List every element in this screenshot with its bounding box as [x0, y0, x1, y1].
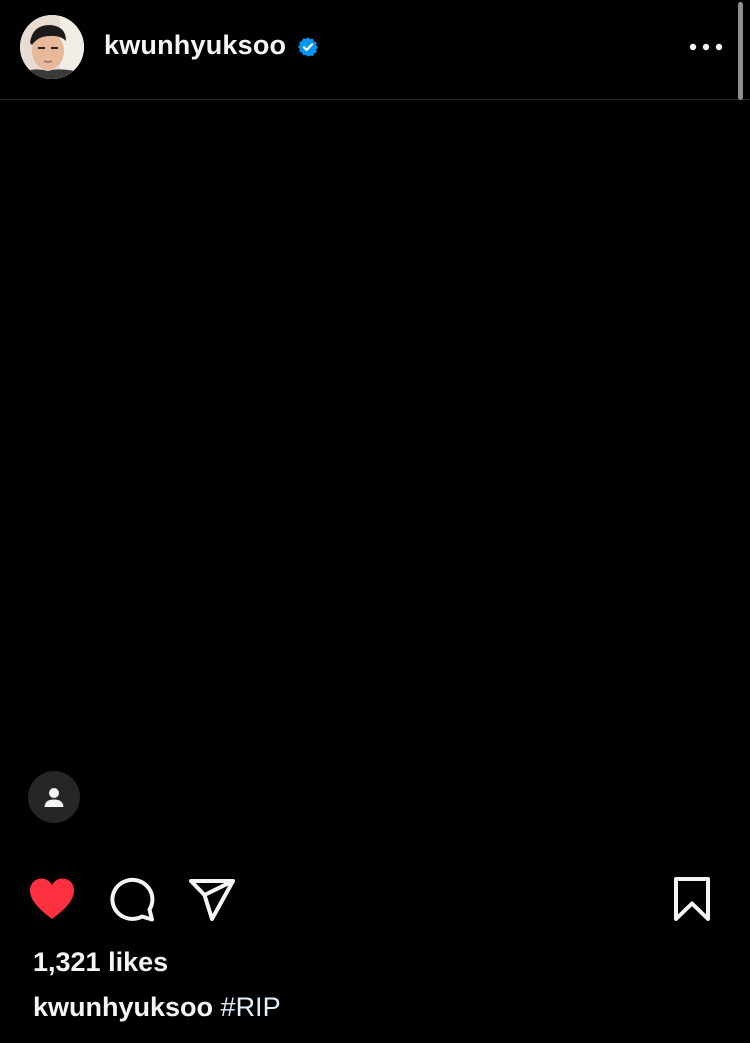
post-header: kwunhyuksoo — [0, 0, 750, 100]
avatar-photo — [20, 15, 84, 79]
share-send-icon[interactable] — [188, 878, 236, 922]
like-button-heart-icon[interactable] — [28, 876, 76, 922]
comment-icon[interactable] — [108, 876, 156, 922]
post-media[interactable] — [0, 101, 750, 841]
avatar[interactable] — [20, 15, 84, 79]
caption-hashtag[interactable]: #RIP — [221, 992, 281, 1022]
verified-badge-icon — [298, 37, 318, 57]
likes-count[interactable]: 1,321 likes — [33, 947, 168, 978]
user-tag-icon — [44, 788, 64, 807]
save-bookmark-icon[interactable] — [672, 876, 712, 922]
caption: kwunhyuksoo #RIP — [33, 992, 281, 1023]
tagged-users-button[interactable] — [28, 771, 80, 823]
header-username[interactable]: kwunhyuksoo — [104, 30, 286, 61]
caption-username[interactable]: kwunhyuksoo — [33, 992, 213, 1022]
post-page: kwunhyuksoo 1,321 likes kwunhyuksoo #RIP — [0, 0, 750, 1043]
scrollbar[interactable] — [738, 2, 743, 100]
more-options-icon[interactable] — [688, 36, 724, 58]
